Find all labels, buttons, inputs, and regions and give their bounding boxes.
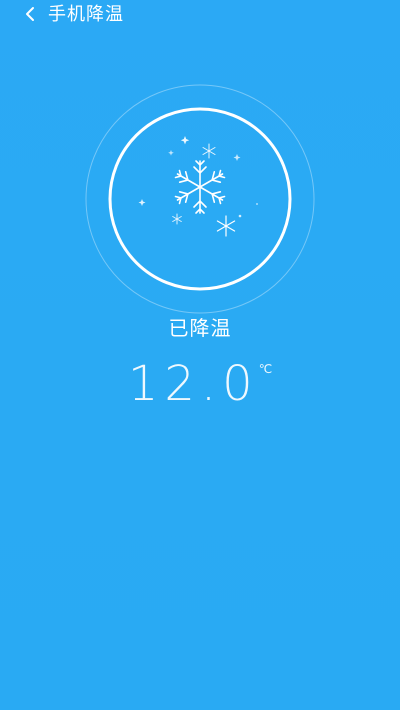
cooling-indicator <box>85 84 315 314</box>
top-bar: 手机降温 <box>0 0 400 30</box>
temperature-readout: 12.0℃ <box>0 358 400 410</box>
chevron-left-icon <box>26 7 34 21</box>
small-snowflake-icon <box>216 215 236 237</box>
page-title: 手机降温 <box>48 4 124 25</box>
snowflake-icon <box>173 160 227 214</box>
small-snowflake-icon <box>202 143 216 159</box>
small-snowflake-icon <box>172 213 182 225</box>
cooling-status: 已降温 <box>168 316 232 340</box>
sparkle-icon <box>138 136 258 218</box>
phone-cooling-screen: 手机降温 已降温 12.0℃ <box>0 0 400 710</box>
temperature-unit: ℃ <box>258 362 273 376</box>
back-button[interactable] <box>18 2 44 28</box>
temperature-value: 12.0 <box>127 356 259 412</box>
